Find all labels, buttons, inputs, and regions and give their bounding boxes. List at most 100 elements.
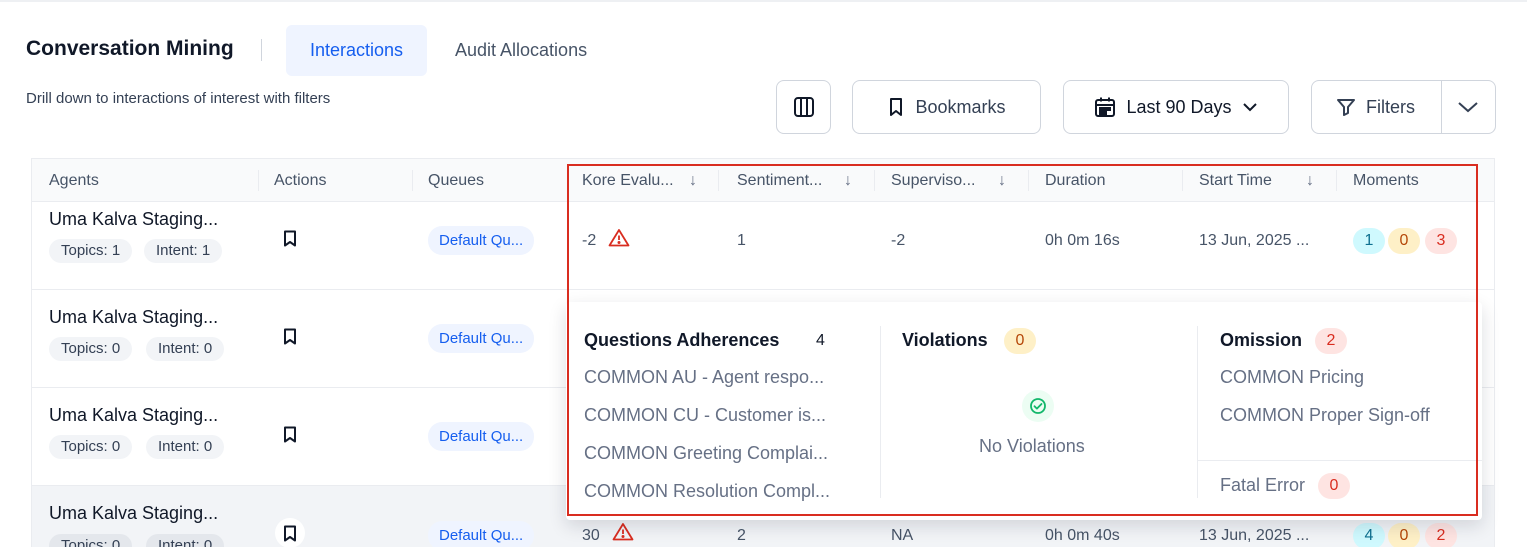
column-header-actions[interactable]: Actions — [274, 159, 326, 202]
chevron-down-icon — [1242, 103, 1257, 112]
fatal-error-count: 0 — [1318, 473, 1350, 499]
agent-name[interactable]: Uma Kalva Staging... — [49, 209, 218, 230]
column-header-sentiment[interactable]: Sentiment... — [737, 159, 822, 202]
queue-badge: Default Qu... — [428, 422, 535, 451]
column-header-moments[interactable]: Moments — [1353, 159, 1419, 202]
column-header-queues[interactable]: Queues — [428, 159, 484, 202]
column-divider — [718, 170, 719, 191]
title-divider — [261, 39, 262, 61]
agent-name[interactable]: Uma Kalva Staging... — [49, 307, 218, 328]
adherence-item[interactable]: COMMON CU - Customer is... — [584, 405, 826, 426]
column-divider — [258, 170, 259, 191]
popover-divider — [880, 326, 881, 498]
bookmark-icon — [284, 328, 296, 344]
filter-icon — [1337, 99, 1355, 116]
bookmarks-button[interactable]: Bookmarks — [852, 80, 1041, 134]
agent-name[interactable]: Uma Kalva Staging... — [49, 405, 218, 426]
sentiment-score: 2 — [737, 527, 746, 544]
duration-value: 0h 0m 16s — [1045, 232, 1120, 249]
topics-chip: Topics: 1 — [49, 239, 133, 263]
intent-chip: Intent: 0 — [146, 534, 225, 547]
kore-evaluation-score: -2 — [582, 232, 597, 249]
bookmarks-label: Bookmarks — [915, 96, 1006, 117]
duration-value: 0h 0m 40s — [1045, 527, 1120, 544]
topics-chip: Topics: 0 — [49, 337, 133, 361]
column-divider — [1028, 170, 1029, 191]
sort-arrow-icon[interactable]: ↓ — [844, 159, 852, 202]
intent-chip: Intent: 1 — [144, 239, 223, 263]
sort-arrow-icon[interactable]: ↓ — [1306, 159, 1314, 202]
intent-chip: Intent: 0 — [146, 435, 225, 459]
column-divider — [412, 170, 413, 191]
column-header-kore-evaluation[interactable]: Kore Evalu... — [582, 159, 674, 202]
adherence-title: Questions Adherences — [584, 330, 780, 350]
table-row[interactable]: Uma Kalva Staging... Topics: 1 Intent: 1… — [32, 203, 1494, 290]
sort-arrow-icon[interactable]: ↓ — [998, 159, 1006, 202]
warning-icon[interactable] — [612, 522, 634, 541]
sentiment-score: 1 — [737, 232, 746, 249]
moments-popover: Questions Adherences 4 COMMON AU - Agent… — [566, 302, 1482, 520]
chevron-down-icon[interactable] — [1456, 97, 1480, 117]
date-range-label: Last 90 Days — [1126, 96, 1232, 117]
violations-title: Violations — [902, 330, 988, 350]
topics-chip: Topics: 0 — [49, 435, 133, 459]
bookmark-button[interactable] — [275, 419, 305, 449]
tab-audit-allocations[interactable]: Audit Allocations — [439, 25, 603, 76]
omission-title: Omission — [1220, 330, 1303, 350]
page-subtitle: Drill down to interactions of interest w… — [26, 90, 331, 107]
moment-badge[interactable]: 4 — [1353, 523, 1385, 547]
queue-badge: Default Qu... — [428, 324, 535, 353]
warning-icon[interactable] — [608, 228, 630, 247]
moment-badge[interactable]: 0 — [1388, 523, 1420, 547]
omission-item[interactable]: COMMON Proper Sign-off — [1220, 405, 1430, 426]
violations-count: 0 — [1004, 328, 1036, 354]
adherence-item[interactable]: COMMON Greeting Complai... — [584, 443, 828, 464]
adherence-item[interactable]: COMMON AU - Agent respo... — [584, 367, 824, 388]
omission-item[interactable]: COMMON Pricing — [1220, 367, 1364, 388]
columns-icon — [793, 97, 814, 117]
bookmark-icon — [284, 426, 296, 442]
fatal-error-title: Fatal Error — [1220, 475, 1306, 495]
start-time-value: 13 Jun, 2025 ... — [1199, 527, 1310, 544]
column-divider — [874, 170, 875, 191]
agent-name[interactable]: Uma Kalva Staging... — [49, 503, 218, 524]
column-header-duration[interactable]: Duration — [1045, 159, 1105, 202]
column-header-agents[interactable]: Agents — [49, 159, 99, 202]
page-title: Conversation Mining — [26, 37, 234, 60]
supervisor-score: -2 — [891, 232, 906, 249]
date-range-button[interactable]: Last 90 Days — [1063, 80, 1289, 134]
popover-divider — [1198, 460, 1482, 461]
tab-interactions[interactable]: Interactions — [286, 25, 427, 76]
supervisor-score: NA — [891, 527, 914, 544]
moment-badge[interactable]: 0 — [1388, 228, 1420, 254]
queue-badge: Default Qu... — [428, 226, 535, 255]
topics-chip: Topics: 0 — [49, 534, 133, 547]
intent-chip: Intent: 0 — [146, 337, 225, 361]
moment-badge[interactable]: 3 — [1425, 228, 1457, 254]
top-border — [0, 0, 1527, 2]
sort-arrow-icon[interactable]: ↓ — [689, 159, 697, 202]
omission-count: 2 — [1315, 328, 1347, 354]
column-header-start-time[interactable]: Start Time — [1199, 159, 1272, 202]
moment-badge[interactable]: 2 — [1425, 523, 1457, 547]
bookmark-button[interactable] — [275, 223, 305, 253]
bookmark-button[interactable] — [275, 518, 305, 547]
start-time-value: 13 Jun, 2025 ... — [1199, 232, 1310, 249]
column-divider — [1182, 170, 1183, 191]
filters-button[interactable]: Filters — [1311, 80, 1496, 134]
no-violations-text: No Violations — [979, 436, 1085, 456]
queue-badge: Default Qu... — [428, 521, 535, 547]
adherence-count: 4 — [816, 332, 825, 349]
bookmark-button[interactable] — [275, 321, 305, 351]
columns-button[interactable] — [776, 80, 831, 134]
column-header-supervisor[interactable]: Superviso... — [891, 159, 975, 202]
bookmark-icon — [890, 98, 903, 116]
kore-evaluation-score: 30 — [582, 527, 600, 544]
filters-divider — [1441, 81, 1442, 133]
moment-badge[interactable]: 1 — [1353, 228, 1385, 254]
table-header: Agents Actions Queues Kore Evalu... ↓ Se… — [32, 159, 1494, 202]
adherence-item[interactable]: COMMON Resolution Compl... — [584, 481, 830, 502]
bookmark-icon — [284, 525, 296, 541]
filters-label: Filters — [1366, 96, 1415, 117]
column-divider — [1336, 170, 1337, 191]
